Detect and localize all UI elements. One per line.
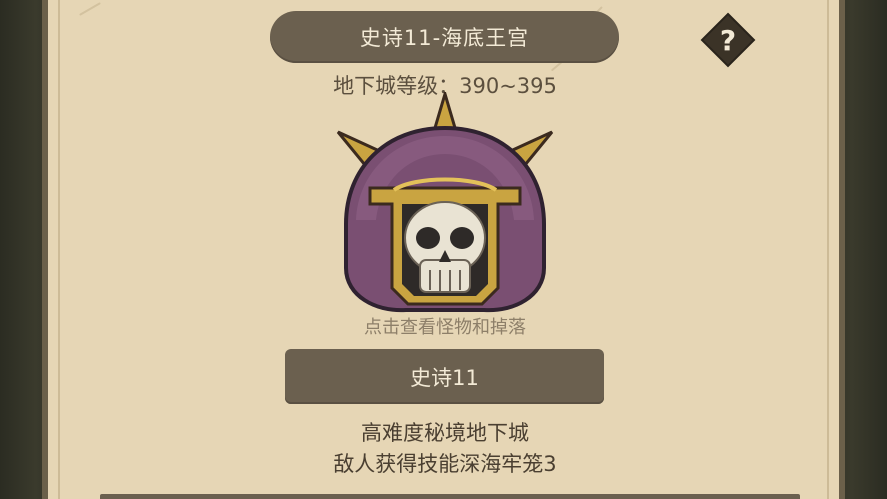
- dungeon-title-banner: 史诗11-海底王宫: [270, 11, 619, 63]
- view-monsters-drops-hint[interactable]: 点击查看怪物和掉落: [300, 313, 590, 339]
- difficulty-button[interactable]: 史诗11: [285, 349, 604, 404]
- boss-emblem-button[interactable]: [334, 88, 556, 316]
- help-button[interactable]: ?: [700, 12, 756, 68]
- bottom-edge-bar: [100, 494, 800, 499]
- help-icon: ?: [700, 12, 756, 68]
- dungeon-description: 高难度秘境地下城 敌人获得技能深海牢笼3: [250, 418, 640, 480]
- help-glyph: ?: [720, 24, 736, 57]
- description-line-1: 高难度秘境地下城: [361, 421, 529, 445]
- description-line-2: 敌人获得技能深海牢笼3: [333, 452, 557, 476]
- dungeon-title: 史诗11-海底王宫: [359, 26, 530, 50]
- difficulty-label: 史诗11: [410, 365, 479, 390]
- skull-helmet-icon: [336, 88, 554, 313]
